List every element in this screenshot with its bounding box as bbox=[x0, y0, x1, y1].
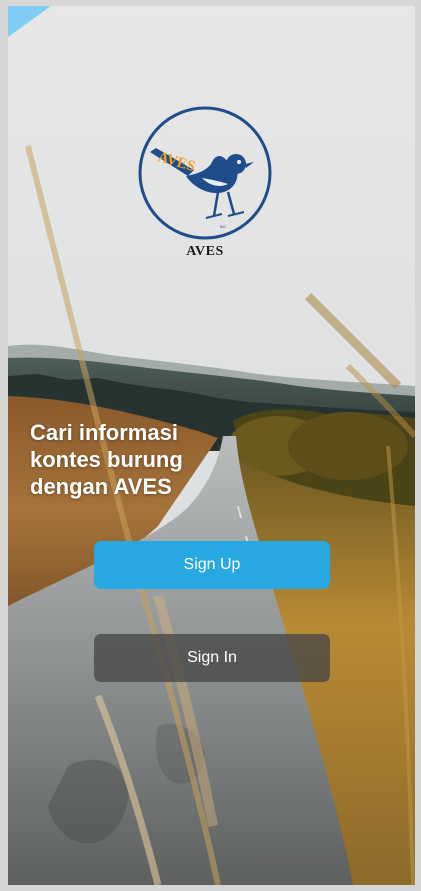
logo-initials: AVES bbox=[156, 149, 197, 175]
welcome-screen: AVES BG AVES Cari informasi kontes burun… bbox=[8, 6, 415, 885]
bird-logo-icon: AVES BG bbox=[138, 106, 272, 240]
sign-up-button[interactable]: Sign Up bbox=[94, 541, 330, 589]
sign-in-label: Sign In bbox=[187, 649, 237, 666]
svg-text:BG: BG bbox=[220, 224, 226, 229]
sign-in-button[interactable]: Sign In bbox=[94, 634, 330, 682]
hero-line-1: Cari informasi bbox=[30, 420, 178, 445]
hero-line-3: dengan AVES bbox=[30, 474, 172, 499]
sign-up-label: Sign Up bbox=[183, 556, 241, 573]
brand-name: AVES bbox=[186, 244, 224, 259]
hero-line-2: kontes burung bbox=[30, 447, 183, 472]
hero-headline: Cari informasi kontes burung dengan AVES bbox=[30, 419, 230, 500]
device-frame: AVES BG AVES Cari informasi kontes burun… bbox=[0, 0, 421, 891]
